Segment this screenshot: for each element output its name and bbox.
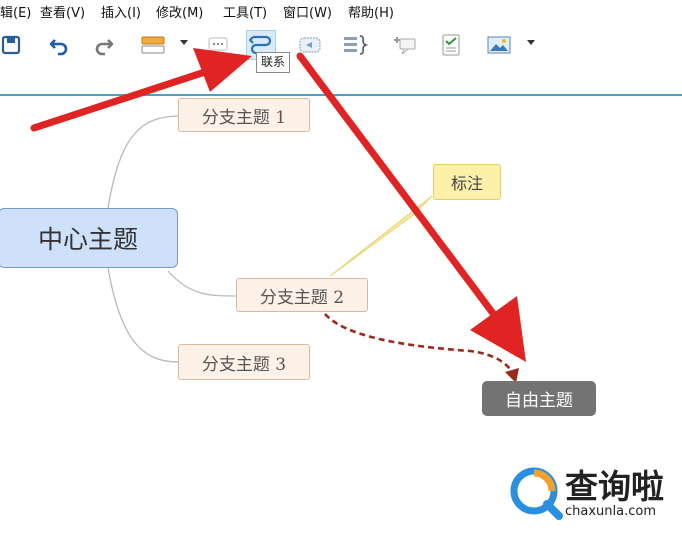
redo-icon (95, 39, 114, 56)
chevron-down-icon[interactable] (180, 40, 188, 45)
menu-help[interactable]: 帮助(H) (348, 2, 394, 21)
callout-topic[interactable]: 标注 (433, 164, 501, 200)
search-logo-icon (510, 467, 563, 520)
menu-view[interactable]: 查看(V) (40, 2, 85, 21)
boundary-icon (299, 37, 321, 53)
topic-style-button[interactable] (138, 30, 168, 60)
menu-tools[interactable]: 工具(T) (223, 2, 267, 21)
menu-modify[interactable]: 修改(M) (156, 2, 203, 21)
menu-bar: 辑(E) 查看(V) 插入(I) 修改(M) 工具(T) 窗口(W) 帮助(H) (0, 0, 682, 22)
boundary-button[interactable] (295, 30, 325, 60)
summary-button[interactable] (340, 30, 370, 60)
add-callout-button[interactable] (390, 30, 420, 60)
comment-icon (208, 37, 228, 51)
watermark: 查询啦 chaxunla.com (505, 458, 675, 528)
undo-icon (49, 39, 68, 56)
save-icon (1, 35, 21, 55)
add-callout-icon (394, 37, 416, 55)
menu-window[interactable]: 窗口(W) (283, 2, 332, 21)
save-button[interactable] (0, 30, 26, 60)
central-topic[interactable]: 中心主题 (0, 208, 178, 268)
toolbar (0, 22, 682, 96)
undo-button[interactable] (44, 30, 74, 60)
floating-topic[interactable]: 自由主题 (482, 381, 596, 416)
chevron-down-icon[interactable] (527, 40, 535, 45)
task-icon (442, 34, 460, 56)
menu-edit[interactable]: 辑(E) (0, 2, 31, 21)
watermark-text: 查询啦 (565, 467, 664, 506)
summary-icon (344, 35, 368, 55)
subtopic-3[interactable]: 分支主题 3 (178, 344, 310, 380)
menu-insert[interactable]: 插入(I) (101, 2, 141, 21)
image-button[interactable] (484, 30, 514, 60)
tooltip: 联系 (256, 52, 291, 73)
subtopic-1[interactable]: 分支主题 1 (178, 98, 310, 132)
subtopic-2[interactable]: 分支主题 2 (236, 278, 368, 312)
relationship-line (324, 313, 517, 379)
redo-button[interactable] (89, 30, 119, 60)
comment-button[interactable] (203, 30, 233, 60)
topic-style-icon (141, 36, 165, 54)
image-icon (487, 36, 511, 54)
task-button[interactable] (436, 30, 466, 60)
watermark-url: chaxunla.com (565, 504, 656, 519)
